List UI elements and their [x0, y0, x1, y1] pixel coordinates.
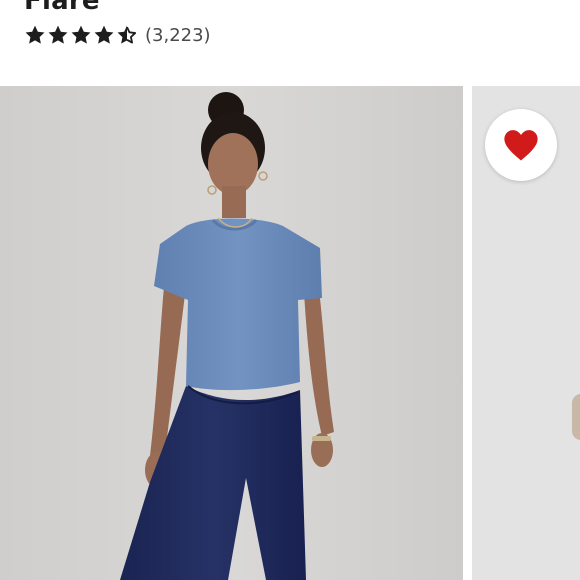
next-image-edge [572, 394, 580, 440]
product-image-main[interactable] [0, 86, 463, 580]
star-full-icon [25, 25, 45, 44]
star-half-icon [117, 25, 137, 44]
star-full-icon [94, 25, 114, 44]
star-full-icon [71, 25, 91, 44]
review-count[interactable]: (3,223) [145, 25, 211, 46]
rating-summary[interactable]: (3,223) [24, 23, 211, 47]
favorite-button[interactable] [485, 109, 557, 181]
star-rating [24, 24, 138, 46]
model-photo [0, 86, 463, 580]
product-title: Flare [24, 0, 100, 16]
heart-icon [504, 130, 538, 161]
star-full-icon [48, 25, 68, 44]
